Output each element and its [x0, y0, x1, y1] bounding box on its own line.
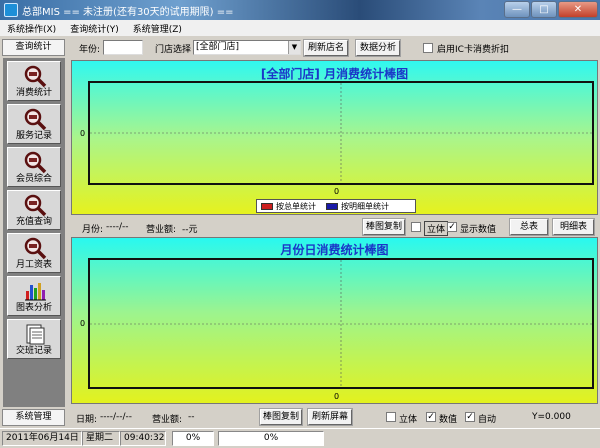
nav-monthly-payroll[interactable]: 月工资表	[7, 233, 61, 273]
status-weekday: 星期二	[82, 431, 120, 446]
chevron-down-icon[interactable]: ▼	[288, 41, 300, 54]
legend-swatch-detail	[326, 202, 338, 210]
legend-entry-detail: 按明细单统计	[341, 201, 389, 211]
legend-entry-total: 按总单统计	[276, 201, 316, 211]
gridlines	[90, 260, 592, 387]
y-axis-tick: 0	[80, 129, 86, 138]
gridlines	[90, 83, 592, 183]
nav-member-overview[interactable]: 会员综合	[7, 147, 61, 187]
refresh-screen-button[interactable]: 刷新屏幕	[307, 408, 353, 426]
menu-system-admin[interactable]: 系统管理(Z)	[126, 22, 189, 35]
nav-consumption-stats[interactable]: 消费统计	[7, 61, 61, 101]
nav-label: 会员综合	[15, 174, 52, 184]
progress-1: 0%	[172, 431, 214, 446]
chart-legend: 按总单统计 按明细单统计	[256, 199, 416, 213]
nav-chart-analysis[interactable]: 图表分析	[7, 276, 61, 316]
x-axis-tick: 0	[334, 187, 340, 196]
store-select-value: [全部门店]	[196, 42, 240, 52]
close-button[interactable]: ✕	[558, 1, 598, 18]
month-label: 月份:	[82, 225, 104, 235]
store-select[interactable]: [全部门店] ▼	[193, 40, 301, 55]
month-value: ----/--	[106, 222, 129, 232]
menu-bar: 系统操作(X) 查询统计(Y) 系统管理(Z)	[0, 20, 600, 36]
nav-shift-records[interactable]: 交班记录	[7, 319, 61, 359]
data-analysis-button[interactable]: 数据分析	[355, 39, 401, 57]
minimize-button[interactable]: —	[504, 1, 530, 18]
app-icon	[4, 3, 18, 17]
stereo-label: 立体	[399, 415, 418, 425]
revenue-value: --	[188, 412, 195, 422]
copy-chart-button[interactable]: 棒图复制	[362, 218, 406, 236]
nav-label: 服务记录	[15, 131, 52, 141]
show-values-label: 显示数值	[460, 225, 497, 235]
date-value: ----/--/--	[100, 412, 133, 422]
window-title: 总部MIS == 未注册(还有30天的试用期限) ==	[22, 6, 234, 18]
summary-table-button[interactable]: 总表	[509, 218, 549, 236]
nav-label: 消费统计	[15, 88, 52, 98]
copy-chart-button[interactable]: 棒图复制	[259, 408, 303, 426]
menu-system-operation[interactable]: 系统操作(X)	[0, 22, 63, 35]
chart-title: 月份日消费统计棒图	[280, 243, 389, 257]
status-date: 2011年06月14日	[2, 431, 82, 446]
auto-label: 自动	[478, 415, 497, 425]
y-axis-tick: 0	[80, 319, 86, 328]
refresh-store-names-button[interactable]: 刷新店名	[303, 39, 349, 57]
panel-header-query-stats[interactable]: 查询统计	[2, 39, 65, 56]
values-checkbox[interactable]: ✓	[426, 412, 436, 422]
status-bar: 2011年06月14日 星期二 09:40:32 0% 0%	[0, 428, 600, 448]
plot-area	[88, 258, 594, 389]
show-values-checkbox[interactable]: ✓	[447, 222, 457, 232]
nav-label: 图表分析	[15, 303, 52, 313]
revenue-label: 营业额:	[152, 415, 183, 425]
revenue-label: 营业额:	[146, 225, 177, 235]
nav-recharge-query[interactable]: 充值查询	[7, 190, 61, 230]
daily-consumption-chart: 月份日消费统计棒图 0 0	[71, 237, 598, 404]
detail-table-button[interactable]: 明细表	[552, 218, 595, 236]
x-axis-tick: 0	[334, 392, 340, 401]
values-label: 数值	[439, 415, 458, 425]
stereo-checkbox[interactable]	[386, 412, 396, 422]
revenue-value: --元	[182, 225, 198, 235]
legend-swatch-total	[261, 202, 273, 210]
year-label: 年份:	[79, 45, 101, 55]
year-input[interactable]	[103, 40, 143, 55]
maximize-button[interactable]: □	[531, 1, 557, 18]
window-controls: — □ ✕	[504, 1, 598, 18]
title-bar: 总部MIS == 未注册(还有30天的试用期限) == — □ ✕	[0, 0, 600, 20]
plot-area	[88, 81, 594, 185]
nav-list: 消费统计 服务记录 会员综合 充值查询 月工资表 图表分析 交班记录	[3, 58, 65, 407]
nav-label: 交班记录	[15, 346, 52, 356]
status-time: 09:40:32	[120, 431, 166, 446]
ic-discount-checkbox[interactable]	[423, 43, 433, 53]
nav-label: 月工资表	[15, 260, 52, 270]
y-readout: Y=0.000	[532, 412, 571, 422]
auto-checkbox[interactable]: ✓	[465, 412, 475, 422]
progress-2: 0%	[218, 431, 324, 446]
nav-label: 充值查询	[15, 217, 52, 227]
left-panel: 查询统计 消费统计 服务记录 会员综合 充值查询 月工资表 图表分析 交班记录	[0, 37, 67, 426]
stereo-label: 立体	[424, 221, 449, 236]
monthly-consumption-chart: [全部门店] 月消费统计棒图 0 0 按总单统计 按明细单统计	[71, 60, 598, 215]
nav-service-records[interactable]: 服务记录	[7, 104, 61, 144]
ic-discount-label: 启用IC卡消费折扣	[437, 45, 509, 55]
date-label: 日期:	[76, 415, 98, 425]
menu-query-stats[interactable]: 查询统计(Y)	[63, 22, 126, 35]
panel-footer-system-admin[interactable]: 系统管理	[2, 409, 65, 426]
stereo-checkbox[interactable]	[411, 222, 421, 232]
chart-title: [全部门店] 月消费统计棒图	[260, 67, 409, 81]
store-select-label: 门店选择	[155, 45, 192, 55]
top-toolbar: 年份: 门店选择 [全部门店] ▼ 刷新店名 数据分析 启用IC卡消费折扣	[67, 37, 600, 58]
